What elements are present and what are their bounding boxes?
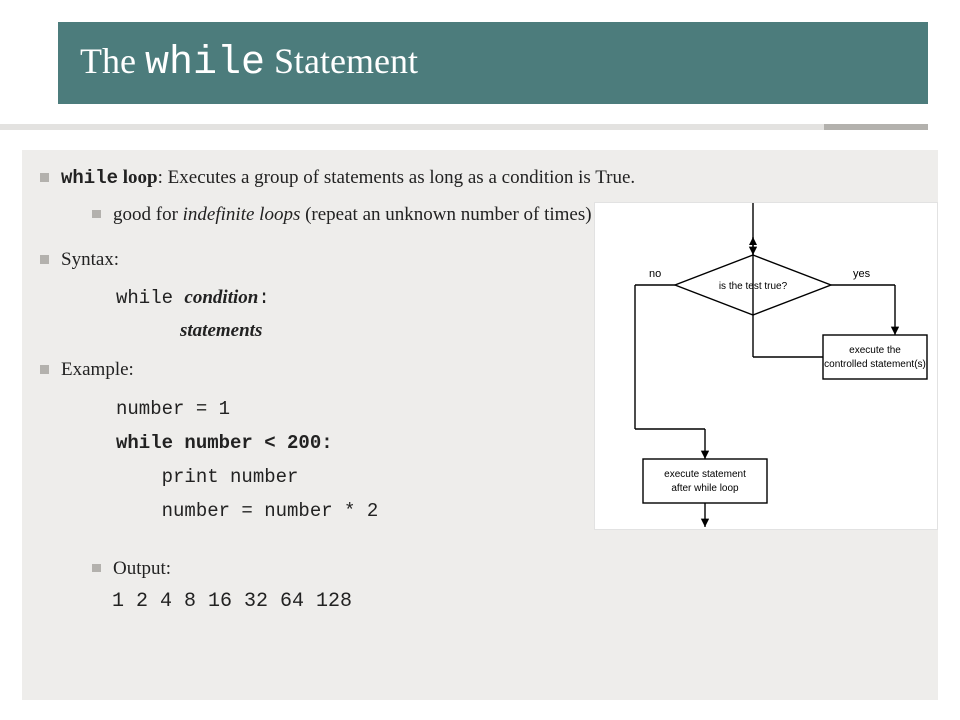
- title-code: while: [145, 41, 265, 86]
- bullet-icon: [40, 255, 49, 264]
- exec-body-l1: execute the: [849, 345, 901, 356]
- exec-body-l2: controlled statement(s): [824, 359, 926, 370]
- after-box: [643, 459, 767, 503]
- flowchart: is the test true? yes execute the contro…: [594, 202, 938, 530]
- slide-title: The while Statement: [80, 40, 418, 86]
- flowchart-svg: is the test true? yes execute the contro…: [595, 203, 937, 529]
- after-l2: after while loop: [671, 483, 739, 494]
- title-bar: The while Statement: [58, 22, 928, 104]
- label-no: no: [649, 268, 661, 280]
- bullet-icon: [40, 365, 49, 374]
- syntax-label: Syntax:: [61, 246, 119, 274]
- output-values: 1 2 4 8 16 32 64 128: [40, 590, 920, 613]
- example-label: Example:: [61, 356, 134, 384]
- exec-body-box: [823, 335, 927, 379]
- bullet-icon: [40, 173, 49, 182]
- output-label: Output:: [113, 555, 171, 583]
- good-pre: good for: [113, 204, 183, 225]
- syntax-cond: condition: [184, 287, 258, 308]
- label-yes: yes: [853, 268, 871, 280]
- bullet-output: Output:: [40, 555, 920, 583]
- bullet-icon: [92, 210, 101, 218]
- loop-desc: : Executes a group of statements as long…: [158, 167, 636, 188]
- bullet-while-loop: while loop: Executes a group of statemen…: [40, 164, 920, 193]
- accent-rule: [0, 124, 928, 130]
- bullet-icon: [92, 564, 101, 572]
- content-panel: while loop: Executes a group of statemen…: [22, 150, 938, 700]
- title-post: Statement: [265, 41, 418, 81]
- syntax-colon: :: [258, 287, 269, 309]
- after-l1: execute statement: [664, 469, 746, 480]
- syntax-kw: while: [116, 287, 184, 309]
- term-while: while: [61, 167, 118, 189]
- title-pre: The: [80, 41, 145, 81]
- term-loop: loop: [118, 167, 158, 188]
- good-em: indefinite loops: [183, 204, 301, 225]
- bullet-text: while loop: Executes a group of statemen…: [61, 164, 635, 193]
- bullet-text: good for indefinite loops (repeat an unk…: [113, 201, 592, 229]
- good-post: (repeat an unknown number of times): [300, 204, 591, 225]
- syntax-stmts: statements: [180, 320, 262, 341]
